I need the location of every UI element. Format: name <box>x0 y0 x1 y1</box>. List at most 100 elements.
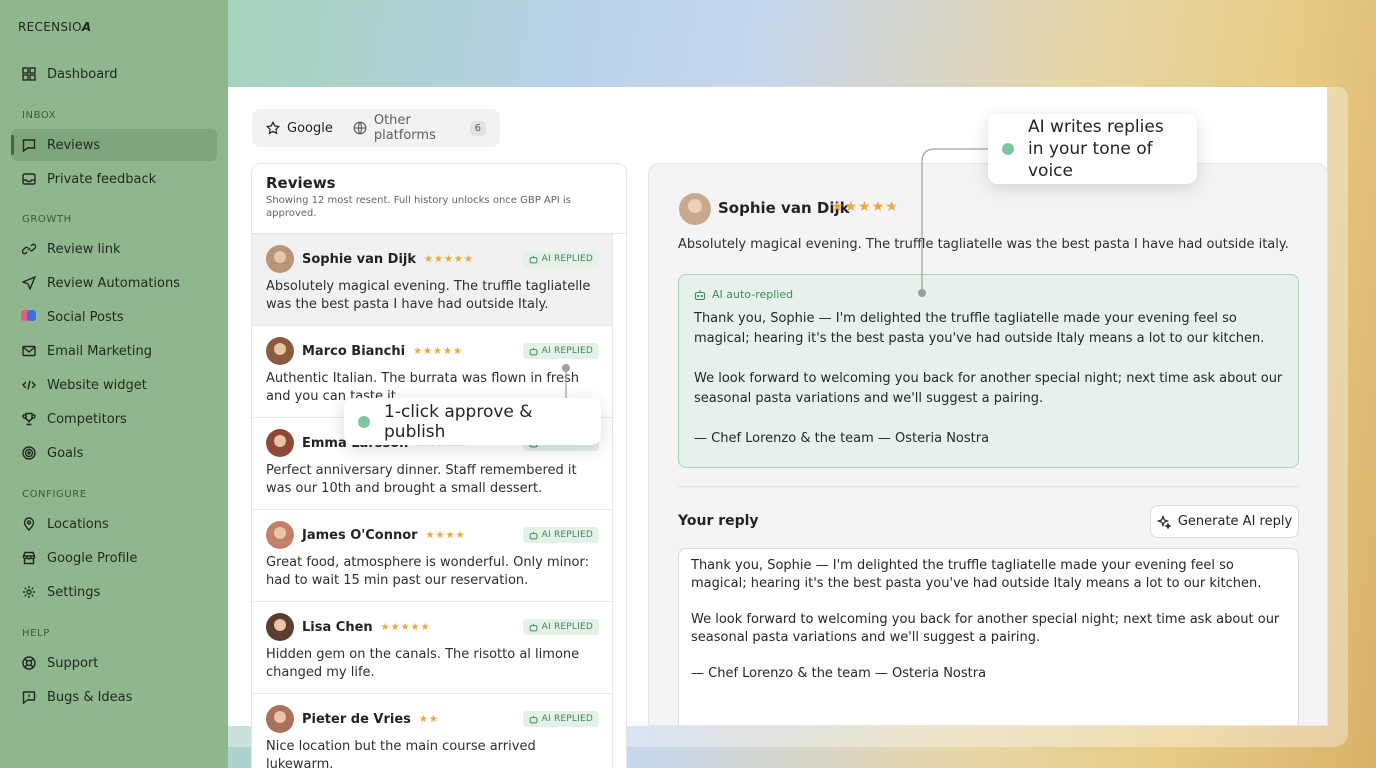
review-list-item[interactable]: Sophie van Dijk ★★★★★ AI REPLIED Absolutely… <box>252 234 613 326</box>
ai-reply-paragraph: Thank you, Sophie — I'm delighted the tr… <box>694 311 1265 346</box>
send-icon <box>21 275 37 291</box>
review-detail-panel: Sophie van Dijk ★★★★★ Absolutely magical… <box>648 163 1328 726</box>
review-snippet: Great food, atmosphere is wonderful. Onl… <box>266 555 589 588</box>
sidebar-item-social-posts[interactable]: Social Posts <box>11 301 217 333</box>
link-icon <box>21 241 37 257</box>
callout-ai-writes: AI writes replies in your tone of voice <box>988 114 1197 184</box>
target-icon <box>21 445 37 461</box>
sidebar-item-label: Social Posts <box>47 309 124 325</box>
gear-icon <box>21 584 37 600</box>
review-snippet: Nice location but the main course arrive… <box>266 739 536 768</box>
sidebar-item-label: Email Marketing <box>47 343 152 359</box>
reply-paragraph: We look forward to welcoming you back fo… <box>691 612 1280 645</box>
sidebar-item-review-link[interactable]: Review link <box>11 233 217 265</box>
robot-icon <box>529 715 538 723</box>
sidebar-item-label: Locations <box>47 516 109 532</box>
sidebar-item-label: Dashboard <box>47 66 118 82</box>
review-text: Absolutely magical evening. The truffle … <box>678 237 1289 252</box>
tab-other-platforms[interactable]: Other platforms 6 <box>353 113 486 143</box>
trophy-icon <box>21 411 37 427</box>
reviewer-name: Pieter de Vries <box>302 711 411 727</box>
star-outline-icon <box>266 121 280 135</box>
tab-google[interactable]: Google <box>266 121 333 136</box>
review-list-item[interactable]: James O'Connor ★★★★ AI REPLIED Great food, … <box>252 510 613 602</box>
reply-textarea[interactable]: Thank you, Sophie — I'm delighted the tr… <box>678 548 1299 725</box>
sidebar-item-goals[interactable]: Goals <box>11 437 217 469</box>
sidebar-item-private-feedback[interactable]: Private feedback <box>11 163 217 195</box>
chat-icon <box>21 137 37 153</box>
sidebar-item-reviews[interactable]: Reviews <box>11 129 217 161</box>
social-icon <box>21 309 37 325</box>
star-rating: ★★★★★ <box>380 621 431 633</box>
sidebar-item-label: Reviews <box>47 137 101 153</box>
reply-paragraph: Thank you, Sophie — I'm delighted the tr… <box>691 558 1262 591</box>
reviews-subtitle: Showing 12 most resent. Full history unl… <box>266 195 571 219</box>
ai-replied-badge: AI REPLIED <box>522 527 599 543</box>
ai-reply-label: AI auto-replied <box>694 288 1283 301</box>
ai-reply-paragraph: We look forward to welcoming you back fo… <box>694 371 1283 406</box>
globe-icon <box>353 121 367 135</box>
sidebar-item-settings[interactable]: Settings <box>11 576 217 608</box>
ai-reply-signature: — Chef Lorenzo & the team — Osteria Nost… <box>694 431 990 446</box>
inbox-icon <box>21 171 37 187</box>
reviewer-name: James O'Connor <box>302 527 418 543</box>
grid-icon <box>21 66 37 82</box>
ai-reply-box: AI auto-replied Thank you, Sophie — I'm … <box>678 274 1299 468</box>
mail-icon <box>21 343 37 359</box>
robot-icon <box>529 531 538 539</box>
sidebar-item-email-marketing[interactable]: Email Marketing <box>11 335 217 367</box>
sidebar-item-competitors[interactable]: Competitors <box>11 403 217 435</box>
sidebar-item-google-profile[interactable]: Google Profile <box>11 542 217 574</box>
review-list-item[interactable]: Pieter de Vries ★★ AI REPLIED Nice location… <box>252 694 613 768</box>
code-icon <box>21 377 37 393</box>
section-label-inbox: INBOX <box>22 110 57 121</box>
avatar <box>266 245 294 273</box>
sidebar-item-review-automations[interactable]: Review Automations <box>11 267 217 299</box>
green-dot-icon <box>358 415 370 428</box>
your-reply-heading: Your reply <box>678 513 759 529</box>
sidebar-item-locations[interactable]: Locations <box>11 508 217 540</box>
review-list-item[interactable]: Lisa Chen ★★★★★ AI REPLIED Hidden gem on th… <box>252 602 613 694</box>
app-logo[interactable]: RECENSIOA <box>18 20 91 34</box>
generate-ai-reply-button[interactable]: Generate AI reply <box>1150 505 1299 538</box>
sidebar: RECENSIOA Dashboard INBOX Reviews Privat… <box>0 0 228 768</box>
list-scrollbar[interactable] <box>612 232 613 768</box>
avatar <box>266 337 294 365</box>
avatar <box>266 429 294 457</box>
sparkle-icon <box>1156 514 1171 529</box>
reviewer-name: Sophie van Dijk <box>718 199 850 217</box>
sidebar-item-label: Bugs & Ideas <box>47 689 133 705</box>
tab-label: Other platforms <box>373 113 436 143</box>
sidebar-item-label: Review link <box>47 241 121 257</box>
sidebar-item-support[interactable]: Support <box>11 647 217 679</box>
review-snippet: Absolutely magical evening. The truffle … <box>266 279 591 312</box>
sidebar-item-label: Private feedback <box>47 171 157 187</box>
section-label-configure: CONFIGURE <box>22 489 87 500</box>
robot-icon <box>529 623 538 631</box>
sidebar-item-label: Google Profile <box>47 550 138 566</box>
ai-replied-badge: AI REPLIED <box>522 251 599 267</box>
sidebar-item-dashboard[interactable]: Dashboard <box>11 58 217 90</box>
sidebar-item-label: Support <box>47 655 99 671</box>
tab-label: Google <box>287 120 333 136</box>
avatar <box>266 613 294 641</box>
robot-icon <box>529 347 538 355</box>
section-label-growth: GROWTH <box>22 214 72 225</box>
star-rating: ★★★★ <box>425 529 466 541</box>
robot-icon <box>694 289 706 301</box>
reviews-list-panel: Reviews Showing 12 most resent. Full his… <box>251 163 627 768</box>
message-alert-icon <box>21 689 37 705</box>
green-dot-icon <box>1002 143 1014 155</box>
sidebar-item-label: Review Automations <box>47 275 181 291</box>
pin-icon <box>21 516 37 532</box>
store-icon <box>21 550 37 566</box>
reviews-list-header: Reviews Showing 12 most resent. Full his… <box>252 164 626 234</box>
sidebar-item-website-widget[interactable]: Website widget <box>11 369 217 401</box>
ai-replied-badge: AI REPLIED <box>522 711 599 727</box>
star-rating: ★★ <box>418 713 439 725</box>
sidebar-item-bugs-ideas[interactable]: Bugs & Ideas <box>11 681 217 713</box>
section-label-help: HELP <box>22 628 50 639</box>
callout-approve: 1-click approve & publish <box>344 398 601 445</box>
star-rating: ★★★★★ <box>413 345 463 357</box>
sidebar-item-label: Goals <box>47 445 84 461</box>
